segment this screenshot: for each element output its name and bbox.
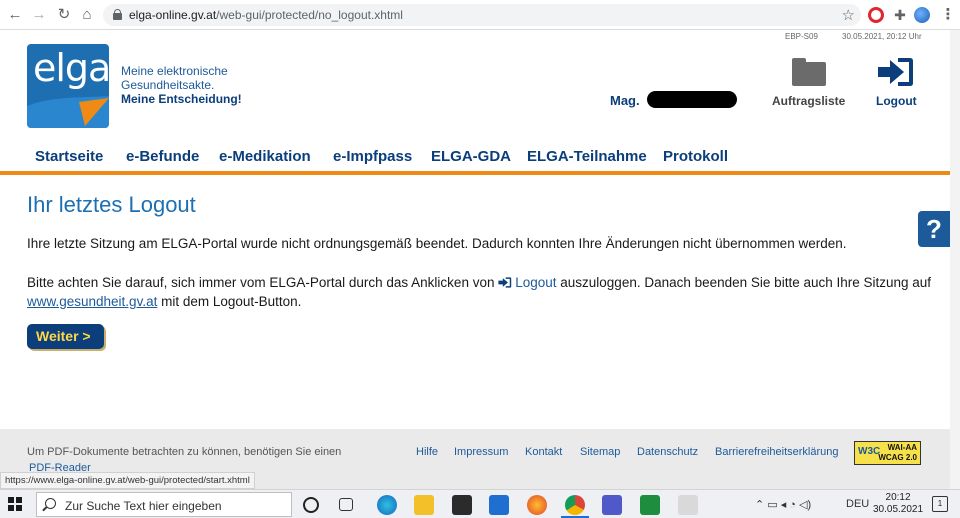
status-bar-url: https://www.elga-online.gv.at/web-gui/pr…: [0, 472, 255, 489]
profile-avatar-icon[interactable]: [914, 7, 930, 23]
tagline-line2: Gesundheitsakte.: [121, 78, 242, 92]
edge-browser-icon[interactable]: [377, 495, 397, 515]
instruction-text-middle: auszuloggen. Danach beenden Sie bitte au…: [557, 275, 932, 290]
home-icon[interactable]: ⌂: [78, 6, 96, 24]
teams-icon[interactable]: [602, 495, 622, 515]
info-paragraph: Ihre letzte Sitzung am ELGA-Portal wurde…: [27, 234, 932, 253]
tagline-line1: Meine elektronische: [121, 64, 242, 78]
w3c-label: W3C: [858, 447, 880, 457]
inline-logout-label: Logout: [515, 275, 556, 290]
clock-date: 30.05.2021: [873, 504, 923, 516]
header-timestamp: 30.05.2021, 20:12 Uhr: [842, 32, 922, 41]
nav-e-medikation[interactable]: e-Medikation: [219, 148, 311, 165]
url-text: elga-online.gv.at/web-gui/protected/no_l…: [129, 8, 403, 22]
clock-time: 20:12: [873, 492, 923, 504]
nav-e-impfpass[interactable]: e-Impfpass: [333, 148, 412, 165]
footer-link-kontakt[interactable]: Kontakt: [525, 446, 562, 458]
nav-protokoll[interactable]: Protokoll: [663, 148, 728, 165]
taskbar-search-placeholder: Zur Suche Text hier eingeben: [65, 499, 222, 513]
scrollbar[interactable]: [950, 30, 960, 489]
main-navigation: Startseite e-Befunde e-Medikation e-Impf…: [0, 148, 950, 170]
nav-e-befunde[interactable]: e-Befunde: [126, 148, 199, 165]
weiter-button[interactable]: Weiter >: [27, 324, 104, 349]
address-bar[interactable]: elga-online.gv.at/web-gui/protected/no_l…: [103, 4, 861, 26]
firefox-icon[interactable]: [527, 495, 547, 515]
chrome-icon[interactable]: [565, 495, 585, 515]
user-name: Mag.: [610, 93, 640, 108]
footer-link-impressum[interactable]: Impressum: [454, 446, 508, 458]
elga-logo[interactable]: elga: [27, 44, 109, 128]
redacted-name: [647, 91, 737, 108]
reload-icon[interactable]: ↻: [55, 6, 73, 24]
tray-icons[interactable]: ⌃ ▭ ◂ ◔ ◁): [755, 498, 811, 511]
logo-text: elga: [33, 46, 109, 90]
forward-arrow-icon[interactable]: →: [30, 6, 48, 24]
notification-center-icon[interactable]: 1: [932, 496, 948, 512]
logo-wave-icon: [27, 96, 109, 128]
extensions-puzzle-icon[interactable]: ✚: [892, 7, 908, 23]
search-icon: [45, 498, 56, 509]
footer-pdf-text: Um PDF-Dokumente betrachten zu können, b…: [27, 446, 341, 458]
footer-link-barrierefreiheit[interactable]: Barrierefreiheitserklärung: [715, 446, 839, 458]
cortana-icon[interactable]: [303, 497, 319, 513]
footer-link-hilfe[interactable]: Hilfe: [416, 446, 438, 458]
inline-logout-link[interactable]: Logout: [498, 275, 556, 290]
help-button[interactable]: ?: [918, 211, 950, 247]
page-code: EBP-S09: [785, 32, 818, 41]
elga-tagline: Meine elektronische Gesundheitsakte. Mei…: [121, 64, 242, 106]
browser-menu-icon[interactable]: ⋮: [940, 7, 956, 23]
store-icon[interactable]: [452, 495, 472, 515]
page-title: Ihr letztes Logout: [27, 192, 196, 218]
taskbar-clock[interactable]: 20:12 30.05.2021: [873, 492, 923, 516]
windows-start-icon[interactable]: [8, 497, 22, 511]
browser-toolbar: ← → ↻ ⌂ elga-online.gv.at/web-gui/protec…: [0, 0, 960, 30]
windows-taskbar: Zur Suche Text hier eingeben ⌃ ▭ ◂ ◔ ◁) …: [0, 489, 960, 518]
taskbar-search-input[interactable]: Zur Suche Text hier eingeben: [36, 492, 292, 517]
nav-elga-gda[interactable]: ELGA-GDA: [431, 148, 511, 165]
instruction-text-end: mit dem Logout-Button.: [157, 294, 301, 309]
lock-icon: [113, 9, 122, 20]
gesundheit-link[interactable]: www.gesundheit.gv.at: [27, 294, 157, 309]
nav-elga-teilnahme[interactable]: ELGA-Teilnahme: [527, 148, 647, 165]
auftragsliste-link[interactable]: Auftragsliste: [772, 94, 845, 108]
tagline-line3: Meine Entscheidung!: [121, 92, 242, 106]
add-app-icon[interactable]: [640, 495, 660, 515]
task-view-icon[interactable]: [339, 498, 353, 511]
instruction-text-start: Bitte achten Sie darauf, sich immer vom …: [27, 275, 498, 290]
opera-extension-icon[interactable]: [868, 7, 884, 23]
logout-icon: [498, 277, 512, 288]
wai-aa-badge[interactable]: W3C WAI-AA WCAG 2.0: [854, 441, 921, 465]
footer-link-sitemap[interactable]: Sitemap: [580, 446, 620, 458]
bookmark-star-icon[interactable]: ☆: [842, 6, 855, 24]
mail-icon[interactable]: [489, 495, 509, 515]
language-indicator[interactable]: DEU: [846, 498, 869, 510]
paint-icon[interactable]: [678, 495, 698, 515]
file-explorer-icon[interactable]: [414, 495, 434, 515]
logout-link[interactable]: Logout: [876, 94, 917, 108]
instruction-paragraph: Bitte achten Sie darauf, sich immer vom …: [27, 273, 932, 311]
back-arrow-icon[interactable]: ←: [6, 6, 24, 24]
nav-divider: [0, 171, 950, 175]
nav-startseite[interactable]: Startseite: [35, 148, 103, 165]
logout-icon[interactable]: [878, 57, 914, 87]
folder-icon[interactable]: [792, 58, 826, 86]
footer-link-datenschutz[interactable]: Datenschutz: [637, 446, 698, 458]
